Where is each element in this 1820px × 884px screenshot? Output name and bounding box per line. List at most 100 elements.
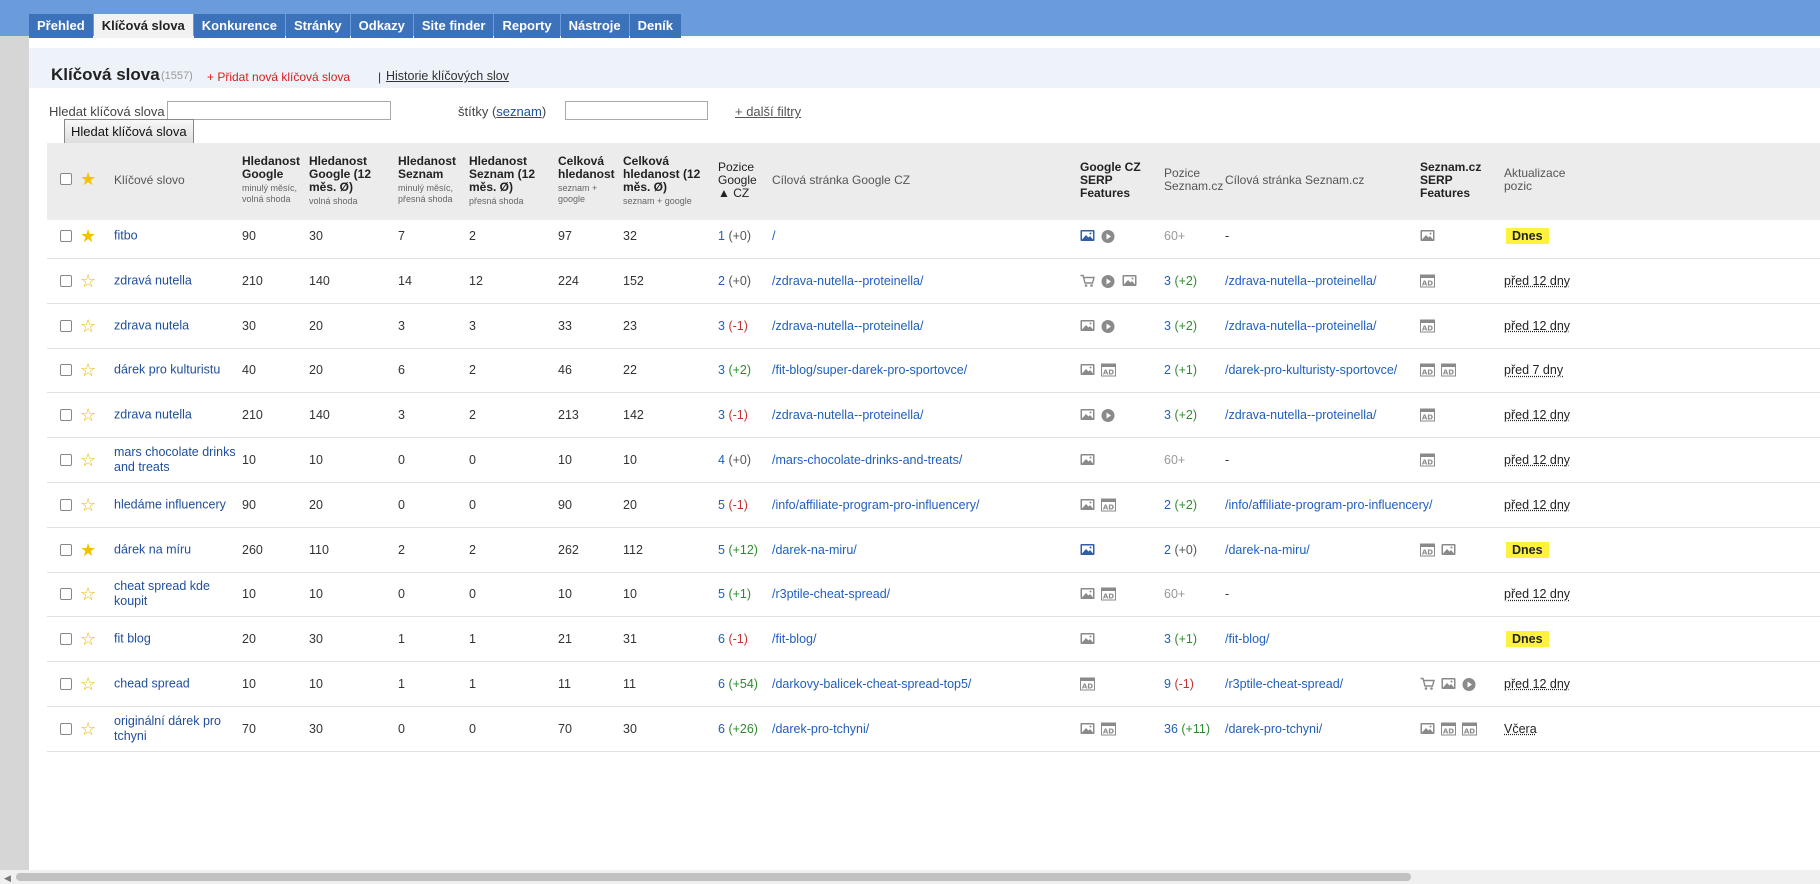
add-keywords-link[interactable]: + Přidat nová klíčová slova: [207, 70, 350, 84]
header-seznam-search[interactable]: Hledanost Seznam minulý měsíc, přesná sho…: [398, 155, 460, 205]
seznam-position[interactable]: 60+: [1164, 587, 1185, 601]
updated-cell[interactable]: před 12 dny: [1504, 453, 1570, 467]
seznam-target-link[interactable]: /darek-pro-tchyni/: [1225, 722, 1322, 736]
google-position[interactable]: 5 (-1): [718, 498, 748, 512]
row-checkbox[interactable]: [60, 364, 72, 377]
google-target-link[interactable]: /zdrava-nutella--proteinella/: [772, 274, 923, 288]
tab-2[interactable]: Konkurence: [193, 14, 285, 38]
seznam-target-link[interactable]: /r3ptile-cheat-spread/: [1225, 677, 1343, 691]
updated-cell[interactable]: před 7 dny: [1504, 363, 1563, 377]
google-position[interactable]: 3 (+2): [718, 363, 751, 377]
star-icon[interactable]: ☆: [80, 451, 96, 469]
header-keyword[interactable]: Klíčové slovo: [114, 174, 185, 187]
seznam-position[interactable]: 3 (+1): [1164, 632, 1197, 646]
tags-list-link[interactable]: seznam: [496, 104, 542, 119]
tab-4[interactable]: Odkazy: [350, 14, 413, 38]
updated-cell[interactable]: Dnes: [1506, 541, 1549, 558]
seznam-position[interactable]: 36 (+11): [1164, 722, 1210, 736]
star-icon[interactable]: ☆: [80, 496, 96, 514]
seznam-position[interactable]: 3 (+2): [1164, 408, 1197, 422]
seznam-target-link[interactable]: /zdrava-nutella--proteinella/: [1225, 408, 1376, 422]
row-checkbox[interactable]: [60, 678, 72, 690]
keyword-link[interactable]: zdrava nutela: [114, 318, 244, 333]
google-position[interactable]: 6 (+54): [718, 677, 758, 691]
row-checkbox[interactable]: [60, 319, 72, 332]
tab-1[interactable]: Klíčová slova: [93, 14, 193, 38]
seznam-position[interactable]: 2 (+2): [1164, 498, 1197, 512]
search-keywords-button[interactable]: Hledat klíčová slova: [64, 119, 194, 145]
select-all-checkbox[interactable]: [60, 173, 72, 185]
keyword-link[interactable]: cheat spread kde koupit: [114, 579, 244, 609]
star-icon[interactable]: ☆: [80, 630, 96, 648]
google-target-link[interactable]: /zdrava-nutella--proteinella/: [772, 408, 923, 422]
keyword-link[interactable]: mars chocolate drinks and treats: [114, 445, 244, 475]
google-target-link[interactable]: /darkovy-balicek-cheat-spread-top5/: [772, 677, 971, 691]
row-checkbox[interactable]: [60, 543, 72, 556]
seznam-position[interactable]: 60+: [1164, 453, 1185, 467]
seznam-target-link[interactable]: /darek-na-miru/: [1225, 543, 1310, 557]
updated-cell[interactable]: před 12 dny: [1504, 677, 1570, 691]
google-target-link[interactable]: /r3ptile-cheat-spread/: [772, 587, 890, 601]
star-icon[interactable]: ☆: [80, 585, 96, 603]
keyword-link[interactable]: hledáme influencery: [114, 497, 244, 512]
row-checkbox[interactable]: [60, 633, 72, 646]
seznam-position[interactable]: 3 (+2): [1164, 319, 1197, 333]
row-checkbox[interactable]: [60, 454, 72, 466]
star-icon[interactable]: ☆: [80, 675, 96, 693]
star-icon[interactable]: ☆: [80, 406, 96, 424]
more-filters-link[interactable]: + další filtry: [735, 104, 801, 119]
seznam-position[interactable]: 60+: [1164, 229, 1185, 243]
google-position[interactable]: 6 (-1): [718, 632, 748, 646]
row-checkbox[interactable]: [60, 230, 72, 242]
google-target-link[interactable]: /mars-chocolate-drinks-and-treats/: [772, 453, 962, 467]
google-target-link[interactable]: /fit-blog/: [772, 632, 816, 646]
star-icon[interactable]: ★: [80, 541, 96, 559]
google-position[interactable]: 3 (-1): [718, 319, 748, 333]
seznam-position[interactable]: 2 (+1): [1164, 363, 1197, 377]
seznam-target-link[interactable]: /darek-pro-kulturisty-sportovce/: [1225, 363, 1397, 377]
header-google-search-12m[interactable]: Hledanost Google (12 měs. Ø) volná shoda: [309, 155, 379, 207]
row-checkbox[interactable]: [60, 722, 72, 735]
row-checkbox[interactable]: [60, 498, 72, 511]
updated-cell[interactable]: před 12 dny: [1504, 498, 1570, 512]
google-position[interactable]: 2 (+0): [718, 274, 751, 288]
google-target-link[interactable]: /darek-na-miru/: [772, 543, 857, 557]
star-icon[interactable]: ★: [80, 227, 96, 245]
google-position[interactable]: 3 (-1): [718, 408, 748, 422]
tab-3[interactable]: Stránky: [285, 14, 350, 38]
seznam-target-link[interactable]: /zdrava-nutella--proteinella/: [1225, 319, 1376, 333]
star-icon[interactable]: ☆: [80, 272, 96, 290]
keyword-link[interactable]: zdrava nutella: [114, 408, 244, 423]
updated-cell[interactable]: Dnes: [1506, 228, 1549, 244]
updated-cell[interactable]: Dnes: [1506, 631, 1549, 648]
header-total-search-12m[interactable]: Celková hledanost (12 měs. Ø) seznam + go…: [623, 155, 703, 207]
star-icon[interactable]: ☆: [80, 361, 96, 379]
seznam-target-link[interactable]: /zdrava-nutella--proteinella/: [1225, 274, 1376, 288]
tab-8[interactable]: Deník: [629, 14, 682, 38]
star-icon[interactable]: ☆: [80, 720, 96, 738]
header-updated[interactable]: Aktualizace pozic: [1504, 167, 1568, 193]
updated-cell[interactable]: před 12 dny: [1504, 274, 1570, 288]
tab-7[interactable]: Nástroje: [560, 14, 629, 38]
google-target-link[interactable]: /info/affiliate-program-pro-influencery/: [772, 498, 980, 512]
tags-input[interactable]: [565, 101, 708, 120]
row-checkbox[interactable]: [60, 274, 72, 287]
updated-cell[interactable]: před 12 dny: [1504, 408, 1570, 422]
google-position[interactable]: 5 (+12): [718, 543, 758, 557]
google-position[interactable]: 1 (+0): [718, 229, 751, 243]
google-target-link[interactable]: /zdrava-nutella--proteinella/: [772, 319, 923, 333]
header-google-search[interactable]: Hledanost Google minulý měsíc, volná shod…: [242, 155, 302, 205]
seznam-position[interactable]: 3 (+2): [1164, 274, 1197, 288]
search-input[interactable]: [167, 101, 391, 120]
google-target-link[interactable]: /: [772, 229, 775, 243]
star-icon[interactable]: ☆: [80, 317, 96, 335]
google-target-link[interactable]: /fit-blog/super-darek-pro-sportovce/: [772, 363, 967, 377]
google-position[interactable]: 6 (+26): [718, 722, 758, 736]
star-header-icon[interactable]: ★: [80, 170, 96, 188]
keyword-history-link[interactable]: Historie klíčových slov: [386, 69, 509, 83]
google-target-link[interactable]: /darek-pro-tchyni/: [772, 722, 869, 736]
keyword-link[interactable]: dárek na míru: [114, 542, 244, 557]
updated-cell[interactable]: před 12 dny: [1504, 319, 1570, 333]
seznam-target-link[interactable]: /fit-blog/: [1225, 632, 1269, 646]
keyword-link[interactable]: zdravá nutella: [114, 273, 244, 288]
